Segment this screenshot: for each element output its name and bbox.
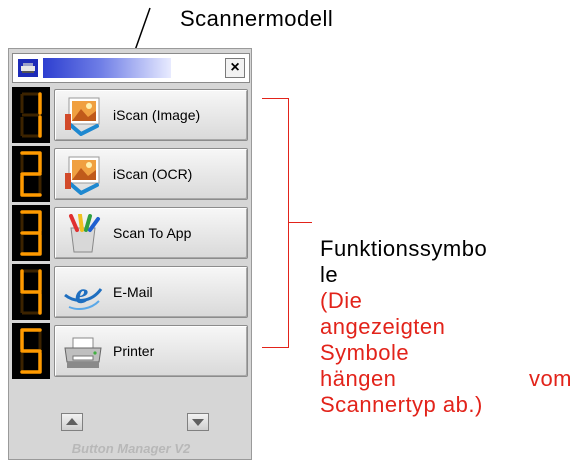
button-label: E-Mail	[113, 284, 153, 300]
function-row-1: iScan (Image)	[12, 87, 250, 143]
seven-segment-digit-5	[12, 323, 50, 379]
seven-segment-digit-3	[12, 205, 50, 261]
seven-segment-digit-2	[12, 146, 50, 202]
iscan-image-button[interactable]: iScan (Image)	[54, 89, 248, 141]
ocr-scan-icon	[65, 156, 100, 195]
note-word-left: hängen	[320, 366, 397, 391]
printer-button[interactable]: Printer	[54, 325, 248, 377]
title-bar[interactable]: ×	[12, 53, 250, 83]
email-button[interactable]: e E-Mail	[54, 266, 248, 318]
button-manager-window: × iScan (Image) iScan (OCR) Scan To App …	[8, 48, 252, 460]
scan-to-app-button[interactable]: Scan To App	[54, 207, 248, 259]
function-icons-bracket	[262, 98, 289, 348]
function-row-4: e E-Mail	[12, 264, 250, 320]
svg-text:e: e	[75, 277, 88, 310]
function-row-2: iScan (OCR)	[12, 146, 250, 202]
function-row-5: Printer	[12, 323, 250, 379]
seven-segment-digit-1	[12, 87, 50, 143]
note-line-3: Symbole	[320, 340, 410, 365]
button-label: iScan (Image)	[113, 107, 201, 123]
arrow-up-icon	[66, 418, 78, 425]
scanner-model-label: Scannermodell	[180, 6, 334, 31]
seven-segment-digit-4	[12, 264, 50, 320]
note-line-2: angezeigten	[320, 314, 446, 339]
bracket-pointer	[288, 222, 312, 223]
note-word-right: vom	[528, 366, 572, 391]
note-line-5: Scannertyp ab.)	[320, 392, 483, 417]
function-icons-title-line-2: le	[320, 262, 339, 287]
iscan-ocr-button[interactable]: iScan (OCR)	[54, 148, 248, 200]
button-label: Printer	[113, 343, 155, 359]
scroll-up-button[interactable]	[61, 413, 83, 431]
button-label: Scan To App	[113, 225, 192, 241]
function-icons-description: Funktionssymbo le (Die angezeigten Symbo…	[320, 236, 572, 418]
close-button[interactable]: ×	[225, 58, 245, 78]
scroll-down-button[interactable]	[187, 413, 209, 431]
printer-icon	[64, 337, 102, 368]
scanner-app-icon	[18, 59, 38, 77]
note-line-1: (Die	[320, 288, 363, 313]
image-scan-icon	[65, 97, 100, 136]
button-label: iScan (OCR)	[113, 166, 193, 182]
email-icon: e	[64, 277, 103, 310]
app-icon	[69, 214, 100, 253]
note-line-4: hängen vom	[320, 366, 572, 392]
arrow-down-icon	[192, 419, 204, 426]
app-name-footer: Button Manager V2	[71, 441, 191, 456]
scanner-model-field	[43, 58, 171, 78]
function-icons-title-line-1: Funktionssymbo	[320, 236, 488, 261]
function-row-3: Scan To App	[12, 205, 250, 261]
